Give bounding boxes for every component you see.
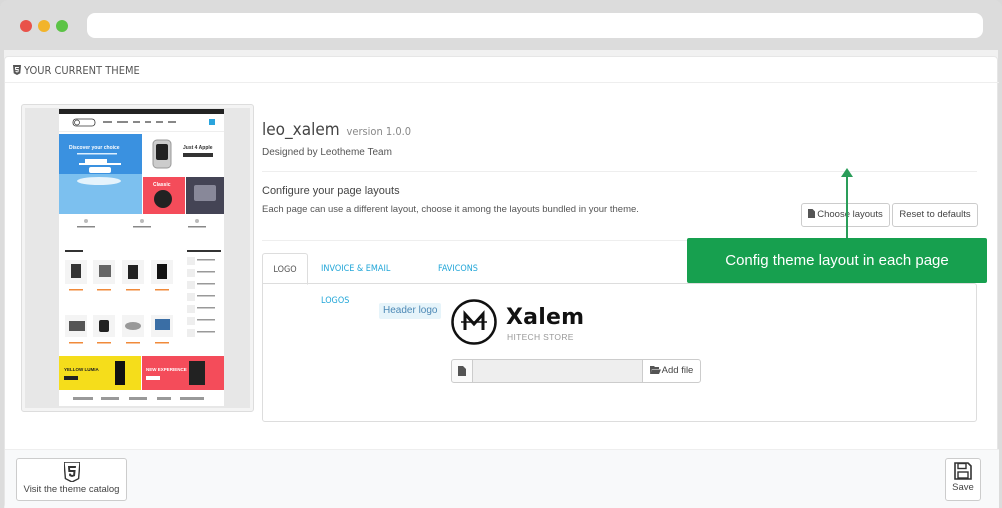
add-file-label: Add file: [661, 365, 694, 376]
preview-promo-2: Just 4 Apple: [183, 145, 213, 151]
tab-invoice-email-logos[interactable]: INVOICE & EMAIL LOGOS: [321, 253, 421, 306]
file-name-input[interactable]: [473, 359, 643, 383]
logo-tagline: HITECH STORE: [507, 332, 574, 342]
logo-file-upload: Add file: [451, 359, 703, 383]
theme-version: version 1.0.0: [346, 125, 412, 138]
visit-theme-catalog-label: Visit the theme catalog: [23, 484, 120, 495]
tab-logo[interactable]: LOGO: [262, 253, 308, 285]
layouts-description: Each page can use a different layout, ch…: [262, 204, 639, 215]
html5-icon: [63, 462, 80, 482]
layouts-title: Configure your page layouts: [262, 185, 400, 197]
theme-name: leo_xalem: [262, 120, 340, 140]
callout-arrow: [846, 173, 848, 239]
annotation-callout: Config theme layout in each page: [687, 238, 987, 283]
html5-icon: [13, 65, 21, 75]
panel-title: YOUR CURRENT THEME: [24, 64, 140, 77]
address-bar[interactable]: [87, 13, 983, 38]
save-button[interactable]: Save: [945, 458, 981, 501]
tab-content: [262, 283, 977, 422]
divider: [262, 171, 977, 172]
preview-promo-3: Classic: [153, 182, 171, 188]
theme-name-heading: leo_xalem version 1.0.0: [262, 120, 411, 140]
theme-preview-image: Discover your choice Just 4 Apple Classi…: [59, 109, 224, 406]
visit-theme-catalog-button[interactable]: Visit the theme catalog: [16, 458, 127, 501]
maximize-window-dot[interactable]: [56, 20, 68, 32]
reset-defaults-button[interactable]: Reset to defaults: [892, 203, 978, 227]
close-window-dot[interactable]: [20, 20, 32, 32]
tab-favicons[interactable]: FAVICONS: [438, 253, 488, 285]
choose-layouts-label: Choose layouts: [817, 209, 883, 220]
browser-window: YOUR CURRENT THEME Discover your choice …: [0, 0, 1002, 508]
add-file-button[interactable]: Add file: [642, 359, 701, 383]
panel-heading: YOUR CURRENT THEME: [5, 57, 999, 83]
file-icon: [451, 359, 473, 383]
preview-promo-1: Discover your choice: [69, 145, 120, 151]
xalem-logo-mark: [451, 299, 497, 345]
minimize-window-dot[interactable]: [38, 20, 50, 32]
preview-promo-4: NEW EXPERIENCE: [146, 367, 187, 372]
header-logo-label: Header logo: [379, 303, 442, 319]
folder-open-icon: [649, 366, 661, 374]
preview-promo-5: YELLOW LUMIA: [64, 367, 99, 372]
file-icon: [808, 209, 816, 218]
reset-defaults-label: Reset to defaults: [899, 209, 971, 220]
theme-author: Designed by Leotheme Team: [262, 147, 392, 158]
panel-footer: Visit the theme catalog Save: [5, 449, 999, 508]
logo-brand-text: Xalem: [506, 305, 585, 330]
theme-preview-thumbnail: Discover your choice Just 4 Apple Classi…: [21, 104, 254, 412]
floppy-disk-icon: [954, 462, 972, 480]
save-label: Save: [952, 482, 974, 493]
